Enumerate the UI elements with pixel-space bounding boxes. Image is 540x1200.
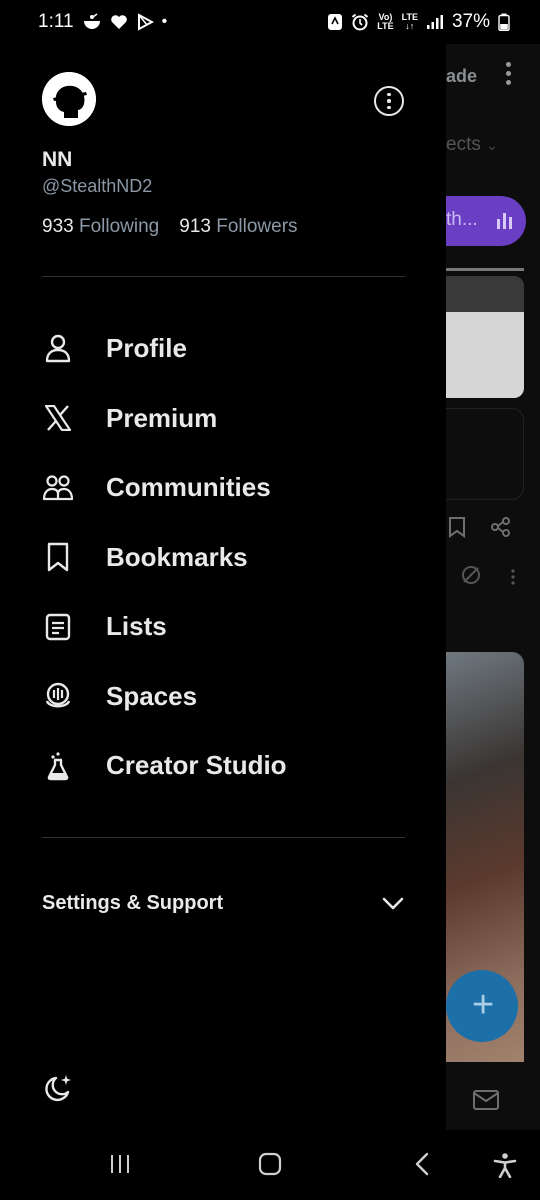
menu-label-premium: Premium — [106, 402, 218, 433]
settings-support-toggle[interactable]: Settings & Support — [42, 892, 404, 915]
divider-bottom — [42, 837, 405, 838]
accessibility-icon[interactable] — [492, 1152, 518, 1178]
play-icon — [137, 13, 154, 31]
alarm-icon — [352, 13, 369, 31]
background-divider — [446, 268, 524, 271]
bookmark-icon — [449, 517, 465, 538]
plus-icon: + — [472, 984, 495, 1026]
signal-icon — [426, 15, 443, 29]
background-card — [446, 276, 524, 398]
status-bar: 1:11 • Vo) LTE LTE ↓↑ 37% — [0, 0, 540, 44]
notification-icon — [83, 13, 100, 29]
audio-bars-icon — [497, 213, 512, 229]
menu-item-bookmarks[interactable]: Bookmarks — [0, 523, 446, 593]
menu-label-lists: Lists — [106, 611, 167, 642]
menu-label-communities: Communities — [106, 472, 271, 503]
menu-label-profile: Profile — [106, 333, 187, 364]
display-name[interactable]: NN — [42, 148, 72, 172]
avatar[interactable] — [42, 72, 96, 126]
background-card-outline — [446, 408, 524, 500]
share-icon — [491, 517, 510, 537]
settings-support-label: Settings & Support — [42, 892, 224, 914]
navigation-drawer: NN @StealthND2 933 Following 913 Followe… — [0, 44, 446, 1130]
background-more-vertical-icon — [511, 569, 515, 585]
divider-top — [42, 276, 405, 277]
flask-icon — [42, 750, 74, 782]
drawer-menu: Profile Premium Communities Bookmarks Li… — [0, 314, 446, 801]
recent-apps-icon[interactable] — [108, 1152, 132, 1176]
status-left: 1:11 • — [38, 11, 167, 33]
clock: 1:11 — [38, 11, 74, 32]
x-logo-icon — [42, 402, 74, 434]
menu-item-lists[interactable]: Lists — [0, 592, 446, 662]
status-dot: • — [161, 13, 168, 30]
communities-icon — [42, 472, 74, 504]
compose-fab: + — [446, 970, 518, 1042]
vpn-icon — [328, 14, 343, 30]
mail-icon — [473, 1090, 499, 1110]
background-app: ade ects ⌄ th... + — [446, 44, 540, 1130]
list-icon — [42, 611, 74, 643]
lte-indicator: LTE ↓↑ — [401, 12, 418, 31]
menu-item-profile[interactable]: Profile — [0, 314, 446, 384]
follow-stats: 933 Following 913 Followers — [42, 216, 298, 238]
battery-percent: 37% — [451, 11, 490, 32]
system-navigation-bar — [0, 1130, 540, 1200]
menu-item-creator-studio[interactable]: Creator Studio — [0, 731, 446, 801]
chevron-down-icon — [382, 897, 404, 909]
background-more-icon — [506, 62, 514, 89]
back-icon[interactable] — [412, 1152, 434, 1176]
heart-icon — [110, 15, 127, 29]
volte-indicator: Vo) LTE — [377, 12, 394, 31]
background-space-pill: th... — [446, 196, 526, 246]
menu-item-premium[interactable]: Premium — [0, 384, 446, 454]
background-grok-icon — [462, 566, 480, 584]
background-trend-text: ade — [446, 66, 478, 86]
person-icon — [42, 333, 74, 365]
user-handle[interactable]: @StealthND2 — [42, 176, 152, 197]
followers-link[interactable]: 913 Followers — [179, 216, 297, 238]
status-right: Vo) LTE LTE ↓↑ 37% — [327, 11, 510, 33]
menu-item-spaces[interactable]: Spaces — [0, 662, 446, 732]
menu-label-bookmarks: Bookmarks — [106, 541, 248, 572]
menu-item-communities[interactable]: Communities — [0, 453, 446, 523]
spaces-icon — [42, 680, 74, 712]
following-link[interactable]: 933 Following — [42, 216, 159, 238]
bookmark-icon — [42, 541, 74, 573]
menu-label-creator-studio: Creator Studio — [106, 750, 287, 781]
menu-label-spaces: Spaces — [106, 680, 198, 711]
home-icon[interactable] — [258, 1152, 282, 1176]
account-options-button[interactable] — [374, 86, 404, 116]
background-actions — [446, 516, 536, 540]
moon-sparkle-icon[interactable] — [42, 1072, 74, 1104]
avatar-image — [42, 72, 96, 126]
battery-icon — [498, 13, 510, 31]
background-subjects-text: ects ⌄ — [446, 134, 498, 155]
